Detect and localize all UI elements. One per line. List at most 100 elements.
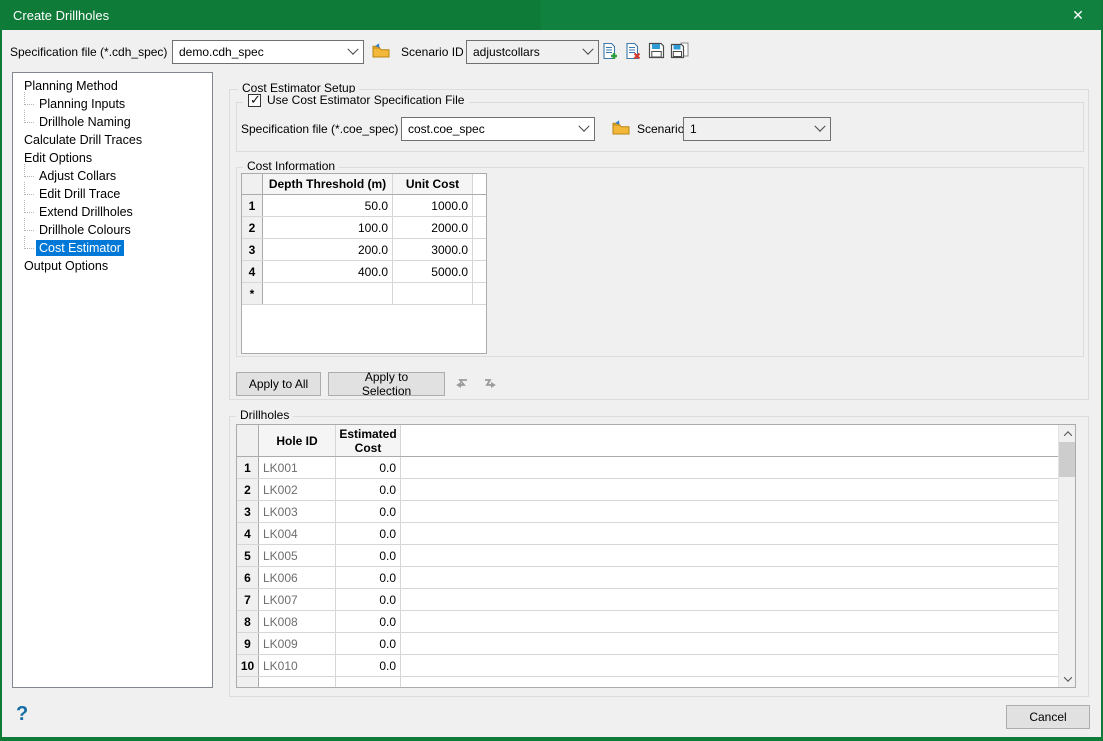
sidebar-item-adjust-collars[interactable]: Adjust Collars	[13, 167, 212, 185]
close-button[interactable]: ✕	[1055, 0, 1101, 30]
table-row: 9LK0090.0	[237, 633, 1075, 655]
row-header-cell[interactable]: 4	[242, 261, 263, 282]
row-filler	[473, 261, 486, 282]
cell-unit-cost[interactable]	[393, 283, 473, 304]
sidebar-item-planning-method[interactable]: Planning Method	[13, 77, 212, 95]
browse-cdh-spec-button[interactable]	[370, 41, 392, 63]
cell-hole-id[interactable]: LK002	[259, 479, 336, 500]
row-header-cell[interactable]: 8	[237, 611, 259, 632]
cell-hole-id[interactable]: LK010	[259, 655, 336, 676]
cell-estimated-cost[interactable]: 0.0	[336, 523, 401, 544]
cell-hole-id[interactable]: LK008	[259, 611, 336, 632]
sidebar-item-drillhole-naming[interactable]: Drillhole Naming	[13, 113, 212, 131]
save-icon	[648, 42, 665, 62]
sidebar-item-edit-drill-trace[interactable]: Edit Drill Trace	[13, 185, 212, 203]
sidebar-item-calculate-drill-traces[interactable]: Calculate Drill Traces	[13, 131, 212, 149]
table-row: 4400.05000.0	[242, 261, 486, 283]
cell-hole-id[interactable]: LK006	[259, 567, 336, 588]
column-header-hole-id[interactable]: Hole ID	[259, 425, 336, 456]
row-header-cell[interactable]: 2	[242, 217, 263, 238]
apply-to-all-button[interactable]: Apply to All	[236, 372, 321, 396]
column-header-unit-cost[interactable]: Unit Cost	[393, 174, 473, 194]
cell-estimated-cost[interactable]	[336, 677, 401, 688]
cell-hole-id[interactable]: LK007	[259, 589, 336, 610]
sidebar-item-label: Adjust Collars	[36, 168, 119, 184]
row-header-cell[interactable]: 10	[237, 655, 259, 676]
use-spec-checkbox[interactable]	[248, 94, 261, 107]
cdh-spec-file-value: demo.cdh_spec	[179, 45, 264, 59]
row-header-cell[interactable]: 3	[237, 501, 259, 522]
cell-hole-id[interactable]: LK009	[259, 633, 336, 654]
scenario-id-value: adjustcollars	[473, 45, 540, 59]
row-header-cell[interactable]: 7	[237, 589, 259, 610]
cell-depth-threshold[interactable]: 400.0	[263, 261, 393, 282]
scroll-down-button[interactable]	[1059, 670, 1076, 687]
scenario-id-combo[interactable]: adjustcollars	[466, 40, 599, 64]
cell-hole-id[interactable]	[259, 677, 336, 688]
row-header-cell[interactable]: 6	[237, 567, 259, 588]
apply-to-selection-button[interactable]: Apply to Selection	[328, 372, 445, 396]
browse-coe-spec-button[interactable]	[610, 118, 632, 140]
add-scenario-icon	[601, 42, 619, 63]
row-header-cell[interactable]: 1	[242, 195, 263, 216]
corner-cell[interactable]	[242, 174, 263, 194]
cost-information-table: Depth Threshold (m)Unit Cost150.01000.02…	[241, 173, 487, 354]
cell-unit-cost[interactable]: 3000.0	[393, 239, 473, 260]
scrollbar-thumb[interactable]	[1059, 442, 1076, 477]
cell-estimated-cost[interactable]: 0.0	[336, 611, 401, 632]
save-as-button[interactable]	[668, 41, 690, 63]
cdh-spec-file-combo[interactable]: demo.cdh_spec	[172, 40, 364, 64]
zigzag-arrow-left-icon	[454, 377, 471, 395]
cell-estimated-cost[interactable]: 0.0	[336, 589, 401, 610]
row-header-cell[interactable]: 1	[237, 457, 259, 478]
cell-estimated-cost[interactable]: 0.0	[336, 457, 401, 478]
sidebar-item-cost-estimator[interactable]: Cost Estimator	[13, 239, 212, 257]
sidebar-item-extend-drillholes[interactable]: Extend Drillholes	[13, 203, 212, 221]
row-header-cell[interactable]: 3	[242, 239, 263, 260]
cell-hole-id[interactable]: LK004	[259, 523, 336, 544]
save-button[interactable]	[645, 41, 667, 63]
drillholes-scrollbar[interactable]	[1058, 425, 1075, 687]
cell-estimated-cost[interactable]: 0.0	[336, 633, 401, 654]
cell-depth-threshold[interactable]	[263, 283, 393, 304]
cell-estimated-cost[interactable]: 0.0	[336, 479, 401, 500]
apply-down-button[interactable]	[478, 375, 500, 397]
sidebar-item-edit-options[interactable]: Edit Options	[13, 149, 212, 167]
row-header-cell[interactable]: 5	[237, 545, 259, 566]
delete-scenario-button[interactable]	[622, 41, 644, 63]
row-header-cell[interactable]: 9	[237, 633, 259, 654]
cell-estimated-cost[interactable]: 0.0	[336, 501, 401, 522]
sidebar-item-output-options[interactable]: Output Options	[13, 257, 212, 275]
row-header-cell[interactable]: 2	[237, 479, 259, 500]
coe-scenario-id-combo[interactable]: 1	[683, 117, 831, 141]
cell-unit-cost[interactable]: 1000.0	[393, 195, 473, 216]
help-button[interactable]: ?	[16, 703, 28, 726]
cancel-button[interactable]: Cancel	[1006, 705, 1090, 729]
cell-unit-cost[interactable]: 2000.0	[393, 217, 473, 238]
row-header-cell[interactable]: *	[242, 283, 263, 304]
cell-depth-threshold[interactable]: 100.0	[263, 217, 393, 238]
row-header-cell[interactable]	[237, 677, 259, 688]
sidebar-item-drillhole-colours[interactable]: Drillhole Colours	[13, 221, 212, 239]
add-scenario-button[interactable]	[599, 41, 621, 63]
coe-spec-file-combo[interactable]: cost.coe_spec	[401, 117, 595, 141]
drillholes-group: Drillholes Hole IDEstimated Cost1LK0010.…	[229, 416, 1089, 697]
corner-cell[interactable]	[237, 425, 259, 456]
apply-up-button[interactable]	[451, 375, 473, 397]
column-header-estimated-cost[interactable]: Estimated Cost	[336, 425, 401, 456]
cell-unit-cost[interactable]: 5000.0	[393, 261, 473, 282]
cell-estimated-cost[interactable]: 0.0	[336, 545, 401, 566]
cell-hole-id[interactable]: LK005	[259, 545, 336, 566]
scroll-up-button[interactable]	[1059, 425, 1076, 442]
sidebar-item-label: Drillhole Naming	[36, 114, 134, 130]
table-row: 4LK0040.0	[237, 523, 1075, 545]
cell-estimated-cost[interactable]: 0.0	[336, 655, 401, 676]
cell-depth-threshold[interactable]: 50.0	[263, 195, 393, 216]
cell-hole-id[interactable]: LK003	[259, 501, 336, 522]
sidebar-item-planning-inputs[interactable]: Planning Inputs	[13, 95, 212, 113]
column-header-depth-threshold-m[interactable]: Depth Threshold (m)	[263, 174, 393, 194]
cell-hole-id[interactable]: LK001	[259, 457, 336, 478]
row-header-cell[interactable]: 4	[237, 523, 259, 544]
cell-depth-threshold[interactable]: 200.0	[263, 239, 393, 260]
cell-estimated-cost[interactable]: 0.0	[336, 567, 401, 588]
